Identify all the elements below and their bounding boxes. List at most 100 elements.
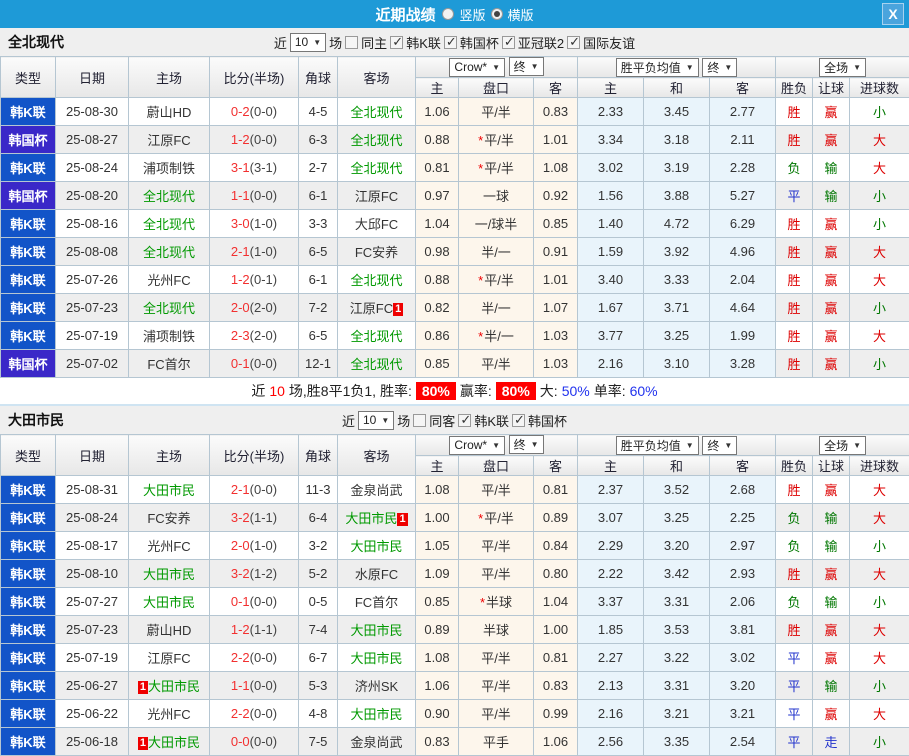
fullmatch-select[interactable]: 全场▼ xyxy=(819,436,866,455)
away-odds: 0.83 xyxy=(534,672,578,700)
handicap-line-label: 平/半 xyxy=(481,105,511,120)
away-team: 水原FC xyxy=(338,560,416,588)
fulltime-score: 3-2 xyxy=(231,510,250,525)
away-odds: 0.91 xyxy=(534,238,578,266)
chevron-down-icon: ▼ xyxy=(492,441,500,450)
away-team: 全北现代 xyxy=(338,154,416,182)
match-date: 25-08-16 xyxy=(56,210,129,238)
away-team-label: 大田市民 xyxy=(350,707,402,722)
mean-draw-odds: 3.18 xyxy=(644,126,710,154)
bookmaker-select[interactable]: Crow*▼ xyxy=(449,58,505,77)
score: 1-1(0-0) xyxy=(210,182,299,210)
handicap-line-label: 平/半 xyxy=(484,161,514,176)
away-team-label: FC安养 xyxy=(355,245,398,260)
away-team: 全北现代 xyxy=(338,322,416,350)
section-bar: 全北现代 近10▼场同主韩K联韩国杯亚冠联2国际友谊 xyxy=(0,28,909,56)
mean-away-odds: 3.81 xyxy=(710,616,776,644)
mean-type-select[interactable]: 胜平负均值▼ xyxy=(616,436,699,455)
league-filter-checkbox[interactable] xyxy=(512,414,525,427)
home-team: 全北现代 xyxy=(129,210,210,238)
result-value: 胜 xyxy=(776,126,813,154)
games-count-select-value: 10 xyxy=(363,413,376,427)
same-venue-checkbox[interactable] xyxy=(345,36,358,49)
away-team-label: 大田市民 xyxy=(345,511,397,526)
handicap-line: 平/半 xyxy=(459,532,534,560)
result-value: 平 xyxy=(776,700,813,728)
corners: 6-5 xyxy=(299,238,338,266)
handicap-line: 半/一 xyxy=(459,294,534,322)
final-odds-select[interactable]: 终▼ xyxy=(509,435,544,454)
chevron-down-icon: ▼ xyxy=(313,38,321,47)
final-odds-select[interactable]: 终▼ xyxy=(509,57,544,76)
league-badge: 韩K联 xyxy=(1,560,56,588)
away-team-label: 大田市民 xyxy=(350,651,402,666)
fulltime-score: 0-1 xyxy=(231,594,250,609)
match-row: 韩K联25-07-19浦项制铁2-3(2-0)6-5全北现代0.86*半/一1.… xyxy=(1,322,909,350)
mean-home-odds: 2.22 xyxy=(578,560,644,588)
away-odds: 1.04 xyxy=(534,588,578,616)
home-team: 1大田市民 xyxy=(129,728,210,756)
result-value: 负 xyxy=(776,532,813,560)
mean-home-odds: 2.29 xyxy=(578,532,644,560)
score: 2-2(0-0) xyxy=(210,700,299,728)
away-team-label: 大邱FC xyxy=(355,217,398,232)
mean-draw-odds: 3.31 xyxy=(644,672,710,700)
home-team-label: 全北现代 xyxy=(143,217,195,232)
score: 2-1(0-0) xyxy=(210,476,299,504)
result-value: 胜 xyxy=(776,322,813,350)
away-odds: 1.03 xyxy=(534,350,578,378)
halftime-score: (0-0) xyxy=(250,678,277,693)
single-rate: 60% xyxy=(630,383,658,399)
match-row: 韩K联25-07-23蔚山HD1-2(1-1)7-4大田市民0.89半球1.00… xyxy=(1,616,909,644)
league-filter-checkbox[interactable] xyxy=(444,36,457,49)
home-odds: 0.82 xyxy=(416,294,459,322)
close-icon[interactable]: X xyxy=(882,3,904,25)
handicap-line-label: 半/一 xyxy=(484,329,514,344)
bookmaker-select[interactable]: Crow*▼ xyxy=(449,436,505,455)
page-title: 近期战绩 xyxy=(375,4,435,25)
corners: 4-5 xyxy=(299,98,338,126)
match-row: 韩国杯25-07-02FC首尔0-1(0-0)12-1全北现代0.85平/半1.… xyxy=(1,350,909,378)
handicap-line-label: 平/半 xyxy=(484,133,514,148)
final-mean-select[interactable]: 终▼ xyxy=(702,436,737,455)
away-team: 大田市民 xyxy=(338,532,416,560)
goals-result-value: 小 xyxy=(850,672,909,700)
same-venue-checkbox[interactable] xyxy=(413,414,426,427)
away-team: 大田市民 xyxy=(338,616,416,644)
team-section-daejeon: 大田市民 近10▼场同客韩K联韩国杯 类型 日期 主场 比分(半场) 角球 客场… xyxy=(0,406,909,756)
col-corner: 角球 xyxy=(299,57,338,98)
score: 2-3(2-0) xyxy=(210,322,299,350)
home-team-label: 大田市民 xyxy=(148,679,200,694)
games-label: 场 xyxy=(329,33,342,52)
games-count-select[interactable]: 10▼ xyxy=(290,33,326,52)
corners: 6-3 xyxy=(299,126,338,154)
home-team: 全北现代 xyxy=(129,294,210,322)
fullmatch-select[interactable]: 全场▼ xyxy=(819,58,866,77)
filter-bar: 近10▼场同主韩K联韩国杯亚冠联2国际友谊 xyxy=(274,33,635,52)
handicap-result-value: 赢 xyxy=(813,476,850,504)
halftime-score: (0-0) xyxy=(250,734,277,749)
league-filter-checkbox[interactable] xyxy=(458,414,471,427)
mean-type-select[interactable]: 胜平负均值▼ xyxy=(616,58,699,77)
away-team-label: 济州SK xyxy=(355,679,398,694)
vertical-layout-label: 竖版 xyxy=(459,5,485,24)
handicap-result-value: 赢 xyxy=(813,700,850,728)
home-team: 浦项制铁 xyxy=(129,322,210,350)
home-odds: 0.89 xyxy=(416,616,459,644)
corners: 12-1 xyxy=(299,350,338,378)
fulltime-score: 1-2 xyxy=(231,622,250,637)
vertical-layout-radio[interactable] xyxy=(442,8,454,20)
changed-line-marker: * xyxy=(478,161,483,176)
mean-draw-odds: 3.42 xyxy=(644,560,710,588)
home-team: 浦项制铁 xyxy=(129,154,210,182)
league-filter-checkbox[interactable] xyxy=(567,36,580,49)
card-count-badge: 1 xyxy=(393,303,403,316)
corners: 7-4 xyxy=(299,616,338,644)
match-row: 韩K联25-08-30蔚山HD0-2(0-0)4-5全北现代1.06平/半0.8… xyxy=(1,98,909,126)
horizontal-layout-radio[interactable] xyxy=(491,8,503,20)
league-filter-checkbox[interactable] xyxy=(390,36,403,49)
games-count-select[interactable]: 10▼ xyxy=(358,411,394,430)
final-mean-select[interactable]: 终▼ xyxy=(702,58,737,77)
match-date: 25-07-19 xyxy=(56,644,129,672)
league-filter-checkbox[interactable] xyxy=(502,36,515,49)
